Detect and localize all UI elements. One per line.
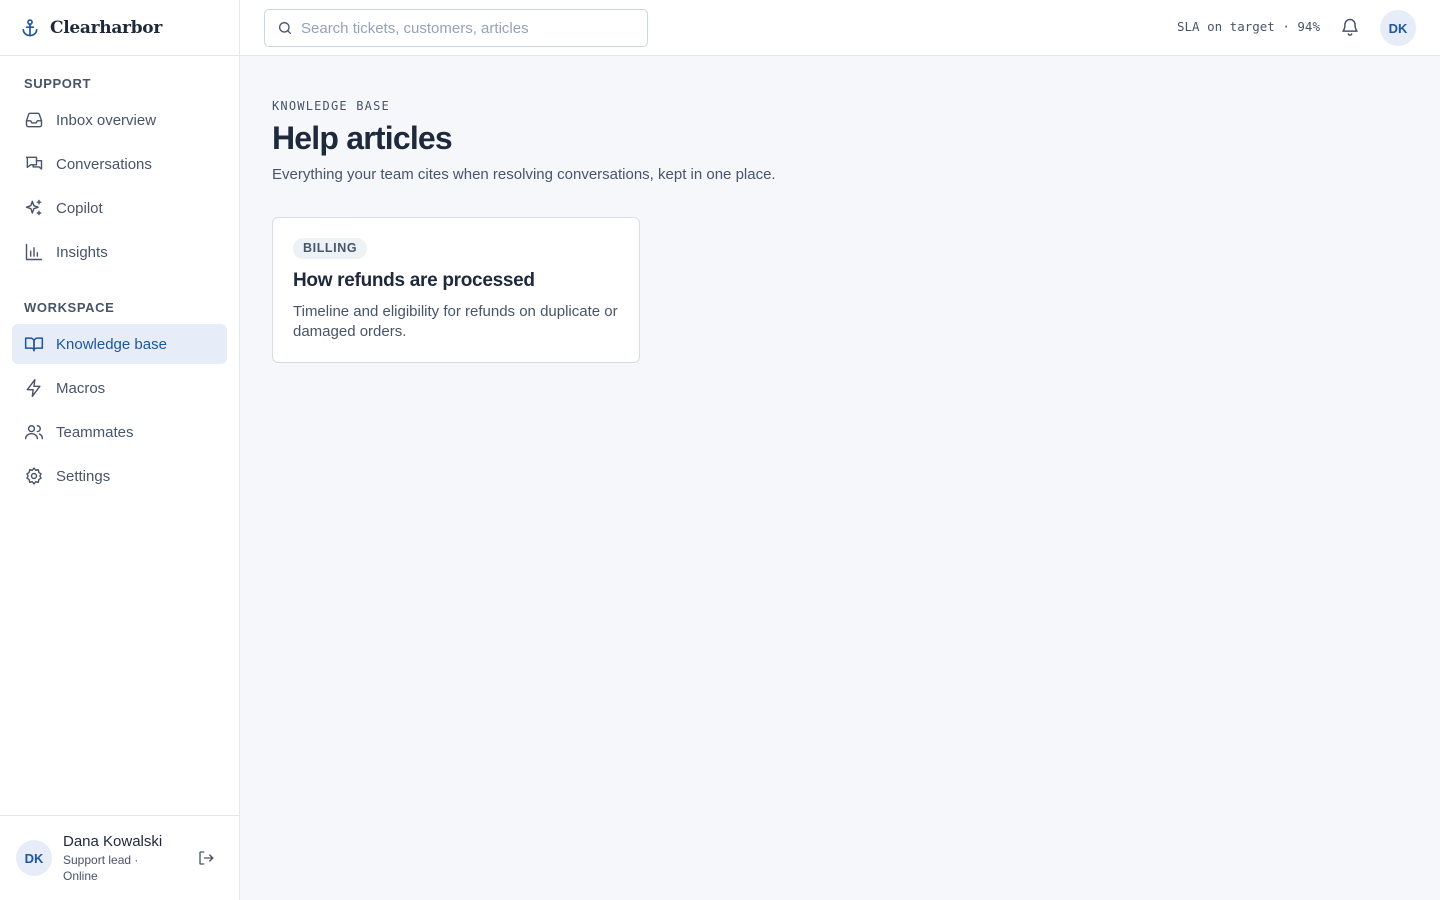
sidebar-item-conversations[interactable]: Conversations (12, 144, 227, 184)
brand-name: Clearharbor (50, 17, 162, 38)
chat-icon (25, 156, 43, 170)
avatar[interactable]: DK (16, 840, 52, 876)
logout-icon[interactable] (197, 849, 215, 867)
section-label-support: SUPPORT (24, 76, 92, 91)
sidebar-item-label: Insights (56, 243, 108, 261)
sidebar-item-label: Inbox overview (56, 111, 157, 129)
user-name: Dana Kowalski (63, 833, 163, 850)
eyebrow: KNOWLEDGE BASE (272, 99, 390, 113)
article-description: Timeline and eligibility for refunds on … (293, 303, 618, 340)
sidebar-item-copilot[interactable]: Copilot (12, 188, 227, 228)
gear-icon (26, 467, 42, 485)
inbox-icon (25, 112, 43, 128)
brand[interactable]: Clearharbor (0, 0, 239, 56)
book-icon (24, 337, 44, 352)
sidebar-item-label: Copilot (56, 199, 103, 217)
bell-icon[interactable] (1340, 17, 1360, 37)
sidebar-item-label: Knowledge base (56, 335, 167, 353)
article-card[interactable]: BILLING How refunds are processed Timeli… (272, 217, 640, 363)
category-badge: BILLING (293, 238, 368, 259)
bar-chart-icon (25, 243, 43, 261)
page-subtitle: Everything your team cites when resolvin… (272, 166, 776, 183)
sidebar-item-teammates[interactable]: Teammates (12, 412, 227, 452)
sidebar-item-label: Settings (56, 467, 111, 485)
sidebar: Clearharbor SUPPORT Inbox overview Conve… (0, 0, 240, 900)
section-label-workspace: WORKSPACE (24, 300, 115, 315)
bolt-icon (26, 378, 41, 398)
page-title: Help articles (272, 120, 453, 156)
sla-status: SLA on target · 94% (1177, 19, 1320, 34)
topbar: SLA on target · 94% DK (240, 0, 1440, 56)
user-info: Dana Kowalski Support lead · Online (63, 832, 173, 884)
sidebar-item-label: Macros (56, 379, 106, 397)
top-avatar[interactable]: DK (1380, 10, 1416, 46)
sidebar-item-settings[interactable]: Settings (12, 456, 227, 496)
user-profile: DK Dana Kowalski Support lead · Online (0, 815, 239, 900)
sidebar-item-knowledge-base[interactable]: Knowledge base (12, 324, 227, 364)
anchor-icon (22, 18, 38, 36)
sidebar-item-inbox-overview[interactable]: Inbox overview (12, 100, 227, 140)
search-input[interactable] (301, 19, 641, 37)
sidebar-item-macros[interactable]: Macros (12, 368, 227, 408)
search-box[interactable] (264, 9, 648, 47)
search-icon (279, 22, 291, 34)
users-icon (24, 425, 44, 440)
nav-workspace: Knowledge base Macros Teammates Settings (12, 324, 227, 500)
nav-support: Inbox overview Conversations Copilot Ins… (12, 100, 227, 276)
sidebar-item-label: Conversations (56, 155, 152, 173)
article-title: How refunds are processed (293, 270, 535, 291)
sparkles-icon (25, 199, 42, 216)
user-role-title: Support lead · (63, 853, 139, 867)
sidebar-item-insights[interactable]: Insights (12, 232, 227, 272)
user-status: Online (63, 869, 98, 883)
user-role: Support lead · Online (63, 852, 173, 884)
sidebar-item-label: Teammates (56, 423, 134, 441)
